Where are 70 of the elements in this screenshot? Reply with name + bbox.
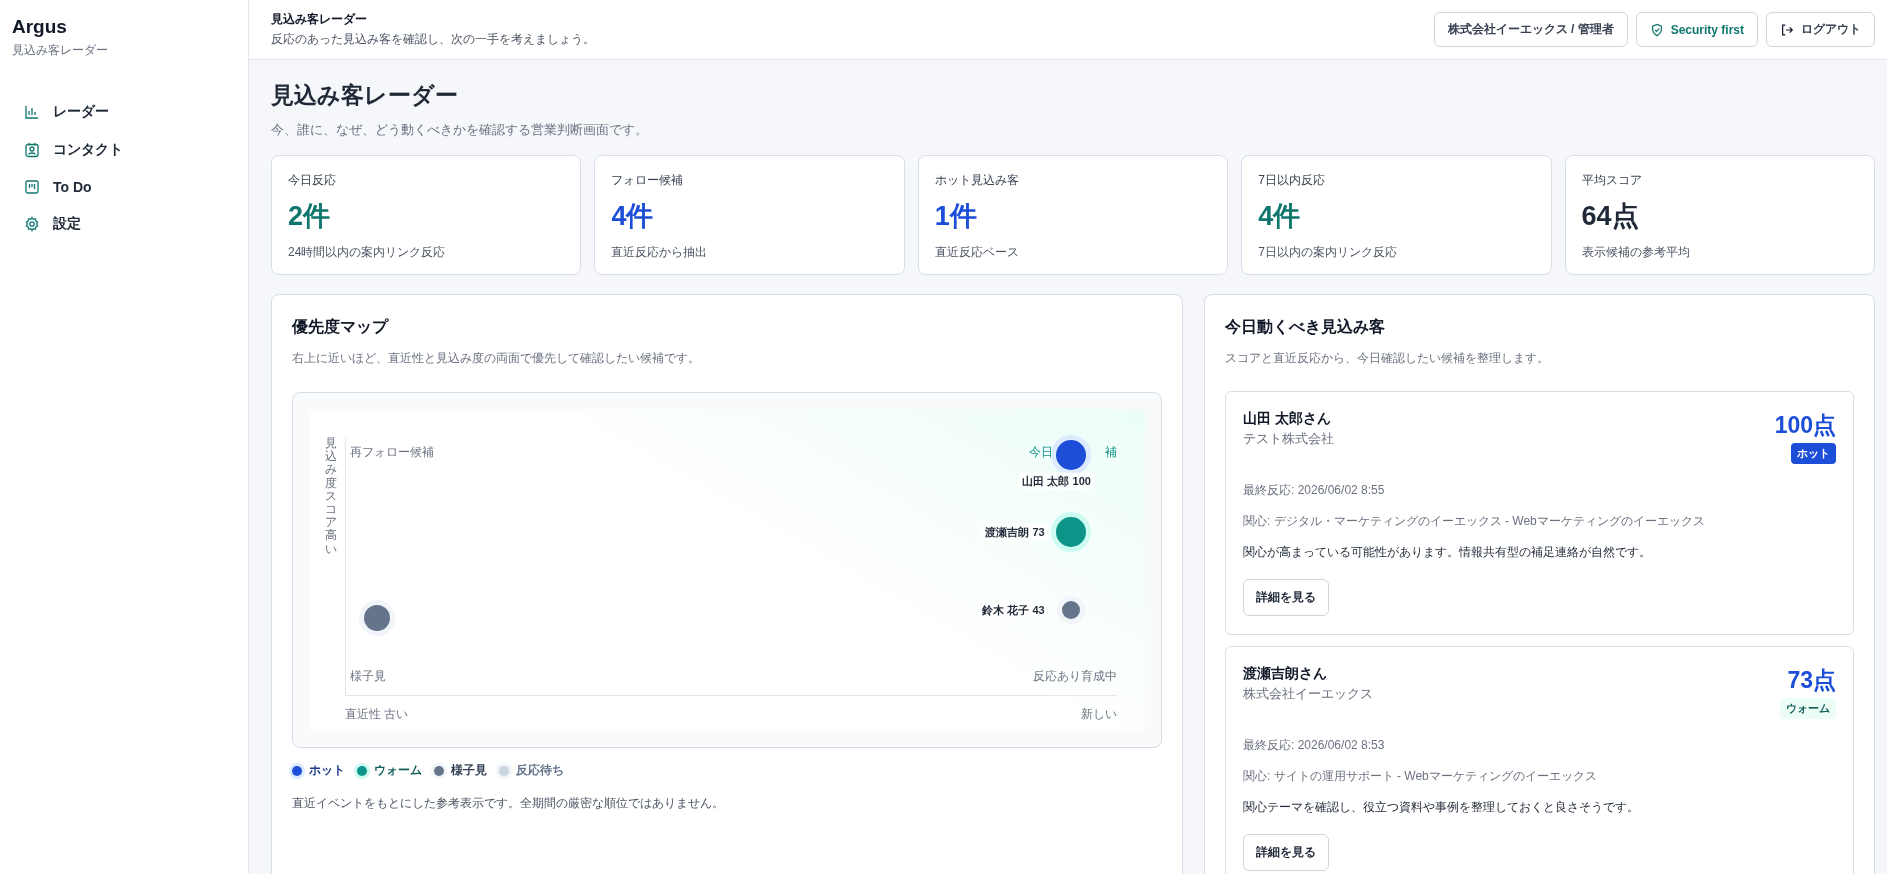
stat-label: 平均スコア xyxy=(1581,172,1643,189)
stat-note: 24時間以内の案内リンク反応 xyxy=(288,244,447,261)
prospect-score: 73点 xyxy=(1787,666,1836,695)
nav-item[interactable]: レーダー xyxy=(12,101,236,123)
status-badge: ウォーム xyxy=(1780,698,1836,719)
shield-icon xyxy=(1649,22,1664,37)
prospect-company: 株式会社イーエックス xyxy=(1243,685,1373,703)
prospect-name: 山田 太郎さん xyxy=(1243,410,1332,428)
stat-value: 4件 xyxy=(611,200,655,233)
logout-icon xyxy=(1780,22,1794,37)
map-note: 直近イベントをもとにした参考表示です。全期間の厳密な順位ではありません。 xyxy=(292,795,725,812)
details-button[interactable]: 詳細を見る xyxy=(1243,579,1329,616)
bar-chart-icon xyxy=(24,104,40,120)
quadrant-label: 反応あり育成中 xyxy=(1033,668,1117,685)
stat-note: 7日以内の案内リンク反応 xyxy=(1258,244,1398,261)
x-axis-label: 直近性 古い xyxy=(345,706,409,723)
last-reaction: 最終反応: 2026/06/02 8:53 xyxy=(1243,737,1386,754)
board-icon xyxy=(24,179,40,195)
header-subtitle: 反応のあった見込み客を確認し、次の一手を考えましょう。 xyxy=(271,31,595,48)
stat-label: フォロー候補 xyxy=(611,172,685,189)
dot-label: 鈴木 花子 43 xyxy=(979,601,1048,619)
y-axis-label: 見込み度スコア高い xyxy=(325,437,337,558)
contact-card-icon xyxy=(24,142,40,158)
legend-label: ホット xyxy=(309,762,345,779)
header-title: 見込み客レーダー xyxy=(271,11,368,28)
legend-label: 反応待ち xyxy=(516,762,564,779)
stat-label: 今日反応 xyxy=(288,172,337,189)
panel-title: 優先度マップ xyxy=(292,317,390,337)
stat-value: 4件 xyxy=(1258,200,1302,233)
stat-value: 1件 xyxy=(934,200,978,233)
prospect-score: 100点 xyxy=(1774,411,1836,440)
interest-text: 関心: デジタル・マーケティングのイーエックス - Webマーケティングのイーエックス xyxy=(1243,513,1706,530)
prospect-company: テスト株式会社 xyxy=(1243,430,1334,448)
panel-subtitle: スコアと直近反応から、今日確認したい候補を整理します。 xyxy=(1225,350,1550,367)
nav-item[interactable]: 設定 xyxy=(12,213,236,235)
prospect-name: 渡瀬吉朗さん xyxy=(1243,665,1328,683)
advice-text: 関心が高まっている可能性があります。情報共有型の補足連絡が自然です。 xyxy=(1243,544,1652,561)
x-axis-label: 新しい xyxy=(1081,706,1117,723)
details-button[interactable]: 詳細を見る xyxy=(1243,834,1329,871)
stat-note: 直近反応から抽出 xyxy=(611,244,709,261)
settings-icon xyxy=(24,216,40,232)
legend-label: 様子見 xyxy=(451,762,487,779)
brand-subtitle: 見込み客レーダー xyxy=(12,42,109,59)
security-button[interactable]: Security first xyxy=(1635,12,1758,47)
stat-value: 64点 xyxy=(1581,200,1640,233)
stat-note: 表示候補の参考平均 xyxy=(1581,244,1691,261)
legend-label: ウォーム xyxy=(374,762,422,779)
nav-item[interactable]: コンタクト xyxy=(12,139,236,161)
stat-label: ホット見込み客 xyxy=(934,172,1020,189)
panel-title: 今日動くべき見込み客 xyxy=(1225,317,1386,337)
interest-text: 関心: サイトの運用サポート - Webマーケティングのイーエックス xyxy=(1243,768,1598,785)
quadrant-label: 様子見 xyxy=(350,668,386,685)
stat-label: 7日以内反応 xyxy=(1258,172,1326,189)
page-subtitle: 今、誰に、なぜ、どう動くべきかを確認する営業判断画面です。 xyxy=(271,121,649,139)
last-reaction: 最終反応: 2026/06/02 8:55 xyxy=(1243,482,1386,499)
quadrant-label: 再フォロー候補 xyxy=(350,444,434,461)
nav-item[interactable]: To Do xyxy=(12,177,236,197)
stat-value: 2件 xyxy=(288,200,332,233)
dot-label: 渡瀬吉朗 73 xyxy=(982,523,1048,541)
page-title: 見込み客レーダー xyxy=(271,81,459,110)
account-button[interactable]: 株式会社イーエックス / 管理者 xyxy=(1433,12,1628,47)
logout-button[interactable]: ログアウト xyxy=(1766,12,1875,47)
advice-text: 関心テーマを確認し、役立つ資料や事例を整理しておくと良さそうです。 xyxy=(1243,799,1640,816)
brand-name: Argus xyxy=(12,16,68,38)
quadrant-label: 今日 xyxy=(1029,444,1053,461)
status-badge: ホット xyxy=(1791,443,1836,464)
panel-subtitle: 右上に近いほど、直近性と見込み度の両面で優先して確認したい候補です。 xyxy=(292,350,701,367)
stat-note: 直近反応ベース xyxy=(934,244,1020,261)
quadrant-label: 補 xyxy=(1105,444,1117,461)
dot-label: 山田 太郎 100 xyxy=(1019,472,1094,490)
